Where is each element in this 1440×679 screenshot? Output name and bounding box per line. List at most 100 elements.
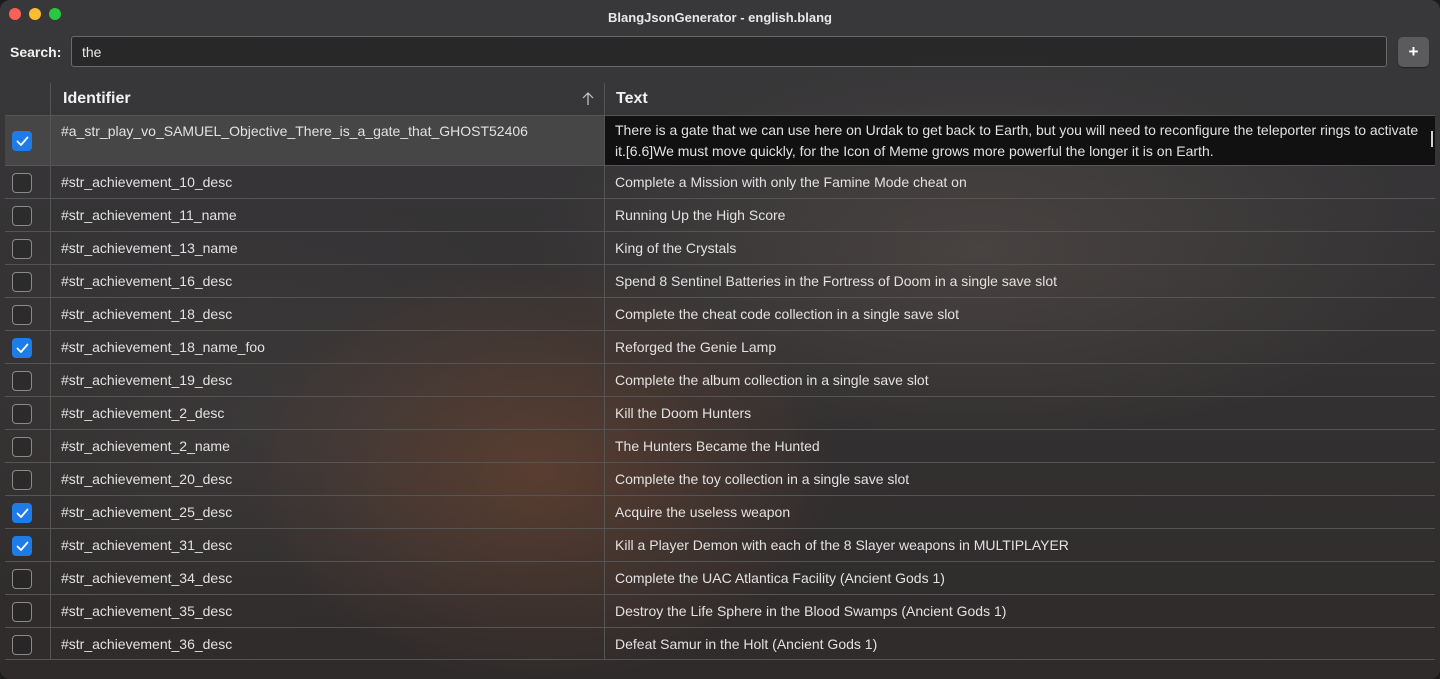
row-checkbox[interactable] bbox=[12, 131, 32, 151]
text-cell[interactable]: Complete the UAC Atlantica Facility (Anc… bbox=[604, 562, 1435, 594]
column-header-text[interactable]: Text bbox=[604, 83, 1435, 115]
checkbox-cell bbox=[5, 199, 50, 231]
table-body: #a_str_play_vo_SAMUEL_Objective_There_is… bbox=[5, 115, 1435, 660]
identifier-cell[interactable]: #str_achievement_31_desc bbox=[50, 529, 604, 561]
text-cell[interactable]: Complete the album collection in a singl… bbox=[604, 364, 1435, 396]
text-cell[interactable]: Destroy the Life Sphere in the Blood Swa… bbox=[604, 595, 1435, 627]
checkbox-cell bbox=[5, 298, 50, 330]
text-cell[interactable]: Spend 8 Sentinel Batteries in the Fortre… bbox=[604, 265, 1435, 297]
table-row[interactable]: #str_achievement_20_desc Complete the toy… bbox=[5, 462, 1435, 495]
identifier-cell[interactable]: #str_achievement_18_name_foo bbox=[50, 331, 604, 363]
identifier-cell[interactable]: #str_achievement_20_desc bbox=[50, 463, 604, 495]
identifier-cell[interactable]: #a_str_play_vo_SAMUEL_Objective_There_is… bbox=[50, 116, 604, 165]
checkbox-cell bbox=[5, 116, 50, 165]
checkbox-cell bbox=[5, 562, 50, 594]
checkbox-cell bbox=[5, 331, 50, 363]
row-checkbox[interactable] bbox=[12, 536, 32, 556]
text-cell-editing[interactable]: There is a gate that we can use here on … bbox=[604, 116, 1435, 165]
table-row[interactable]: #str_achievement_10_desc Complete a Missi… bbox=[5, 165, 1435, 198]
table-header: Identifier Text bbox=[5, 83, 1435, 115]
row-checkbox[interactable] bbox=[12, 371, 32, 391]
text-cell-value: Complete the cheat code collection in a … bbox=[615, 306, 959, 322]
identifier-cell[interactable]: #str_achievement_18_desc bbox=[50, 298, 604, 330]
sort-ascending-icon bbox=[582, 92, 594, 105]
table-row[interactable]: #str_achievement_2_desc Kill the Doom Hun… bbox=[5, 396, 1435, 429]
search-input[interactable] bbox=[71, 36, 1387, 67]
table-row[interactable]: #str_achievement_36_desc Defeat Samur in … bbox=[5, 627, 1435, 660]
checkbox-cell bbox=[5, 397, 50, 429]
column-header-identifier-label: Identifier bbox=[63, 90, 131, 107]
checkbox-cell bbox=[5, 529, 50, 561]
text-scrollbar[interactable] bbox=[1431, 131, 1433, 147]
identifier-cell[interactable]: #str_achievement_35_desc bbox=[50, 595, 604, 627]
table-row[interactable]: #str_achievement_2_name The Hunters Becam… bbox=[5, 429, 1435, 462]
identifier-cell[interactable]: #str_achievement_2_name bbox=[50, 430, 604, 462]
column-header-identifier[interactable]: Identifier bbox=[50, 83, 604, 115]
table-row[interactable]: #str_achievement_34_desc Complete the UAC… bbox=[5, 561, 1435, 594]
table-row[interactable]: #str_achievement_13_name King of the Crys… bbox=[5, 231, 1435, 264]
checkmark-icon bbox=[16, 136, 29, 146]
text-cell[interactable]: The Hunters Became the Hunted bbox=[604, 430, 1435, 462]
checkbox-cell bbox=[5, 430, 50, 462]
text-cell-value: Complete the toy collection in a single … bbox=[615, 471, 910, 487]
row-checkbox[interactable] bbox=[12, 602, 32, 622]
table-row[interactable]: #str_achievement_19_desc Complete the alb… bbox=[5, 363, 1435, 396]
row-checkbox[interactable] bbox=[12, 503, 32, 523]
row-checkbox[interactable] bbox=[12, 635, 32, 655]
table-row[interactable]: #str_achievement_18_desc Complete the che… bbox=[5, 297, 1435, 330]
text-cell[interactable]: Complete the toy collection in a single … bbox=[604, 463, 1435, 495]
row-checkbox[interactable] bbox=[12, 239, 32, 259]
row-checkbox[interactable] bbox=[12, 437, 32, 457]
text-cell[interactable]: Complete a Mission with only the Famine … bbox=[604, 166, 1435, 198]
text-cell-value: The Hunters Became the Hunted bbox=[615, 438, 820, 454]
table-row[interactable]: #str_achievement_31_desc Kill a Player De… bbox=[5, 528, 1435, 561]
window-title: BlangJsonGenerator - english.blang bbox=[608, 10, 832, 25]
row-checkbox[interactable] bbox=[12, 569, 32, 589]
row-checkbox[interactable] bbox=[12, 173, 32, 193]
table-row[interactable]: #str_achievement_18_name_foo Reforged the… bbox=[5, 330, 1435, 363]
text-cell[interactable]: Running Up the High Score bbox=[604, 199, 1435, 231]
table-row[interactable]: #str_achievement_35_desc Destroy the Life… bbox=[5, 594, 1435, 627]
search-label: Search: bbox=[10, 44, 62, 60]
text-cell[interactable]: Kill the Doom Hunters bbox=[604, 397, 1435, 429]
text-cell-value: There is a gate that we can use here on … bbox=[615, 122, 1419, 159]
app-window: BlangJsonGenerator - english.blang Searc… bbox=[0, 0, 1440, 679]
add-button[interactable]: + bbox=[1398, 37, 1429, 67]
text-cell-value: Kill the Doom Hunters bbox=[615, 405, 752, 421]
identifier-cell[interactable]: #str_achievement_36_desc bbox=[50, 628, 604, 659]
text-cell-value: Destroy the Life Sphere in the Blood Swa… bbox=[615, 603, 1007, 619]
text-cell[interactable]: King of the Crystals bbox=[604, 232, 1435, 264]
row-checkbox[interactable] bbox=[12, 272, 32, 292]
table-row[interactable]: #str_achievement_16_desc Spend 8 Sentinel… bbox=[5, 264, 1435, 297]
checkmark-icon bbox=[16, 508, 29, 518]
row-checkbox[interactable] bbox=[12, 338, 32, 358]
identifier-cell[interactable]: #str_achievement_2_desc bbox=[50, 397, 604, 429]
row-checkbox[interactable] bbox=[12, 305, 32, 325]
identifier-cell[interactable]: #str_achievement_25_desc bbox=[50, 496, 604, 528]
table-row[interactable]: #str_achievement_25_desc Acquire the usel… bbox=[5, 495, 1435, 528]
text-cell[interactable]: Acquire the useless weapon bbox=[604, 496, 1435, 528]
text-cell[interactable]: Defeat Samur in the Holt (Ancient Gods 1… bbox=[604, 628, 1435, 659]
identifier-cell[interactable]: #str_achievement_10_desc bbox=[50, 166, 604, 198]
row-checkbox[interactable] bbox=[12, 404, 32, 424]
text-cell-value: Complete a Mission with only the Famine … bbox=[615, 174, 967, 190]
identifier-cell[interactable]: #str_achievement_19_desc bbox=[50, 364, 604, 396]
identifier-cell[interactable]: #str_achievement_34_desc bbox=[50, 562, 604, 594]
identifier-cell[interactable]: #str_achievement_11_name bbox=[50, 199, 604, 231]
text-cell[interactable]: Complete the cheat code collection in a … bbox=[604, 298, 1435, 330]
row-checkbox[interactable] bbox=[12, 206, 32, 226]
table-row[interactable]: #a_str_play_vo_SAMUEL_Objective_There_is… bbox=[5, 115, 1435, 165]
text-cell[interactable]: Reforged the Genie Lamp bbox=[604, 331, 1435, 363]
checkmark-icon bbox=[16, 541, 29, 551]
checkbox-cell bbox=[5, 595, 50, 627]
text-cell-value: Spend 8 Sentinel Batteries in the Fortre… bbox=[615, 273, 1058, 289]
text-cell[interactable]: Kill a Player Demon with each of the 8 S… bbox=[604, 529, 1435, 561]
checkbox-cell bbox=[5, 628, 50, 659]
table-row[interactable]: #str_achievement_11_name Running Up the H… bbox=[5, 198, 1435, 231]
identifier-cell[interactable]: #str_achievement_16_desc bbox=[50, 265, 604, 297]
text-cell-value: Defeat Samur in the Holt (Ancient Gods 1… bbox=[615, 636, 878, 652]
identifier-cell[interactable]: #str_achievement_13_name bbox=[50, 232, 604, 264]
strings-table: Identifier Text #a_str_play_vo_SAMUEL_Ob… bbox=[5, 83, 1435, 660]
row-checkbox[interactable] bbox=[12, 470, 32, 490]
checkmark-icon bbox=[16, 343, 29, 353]
